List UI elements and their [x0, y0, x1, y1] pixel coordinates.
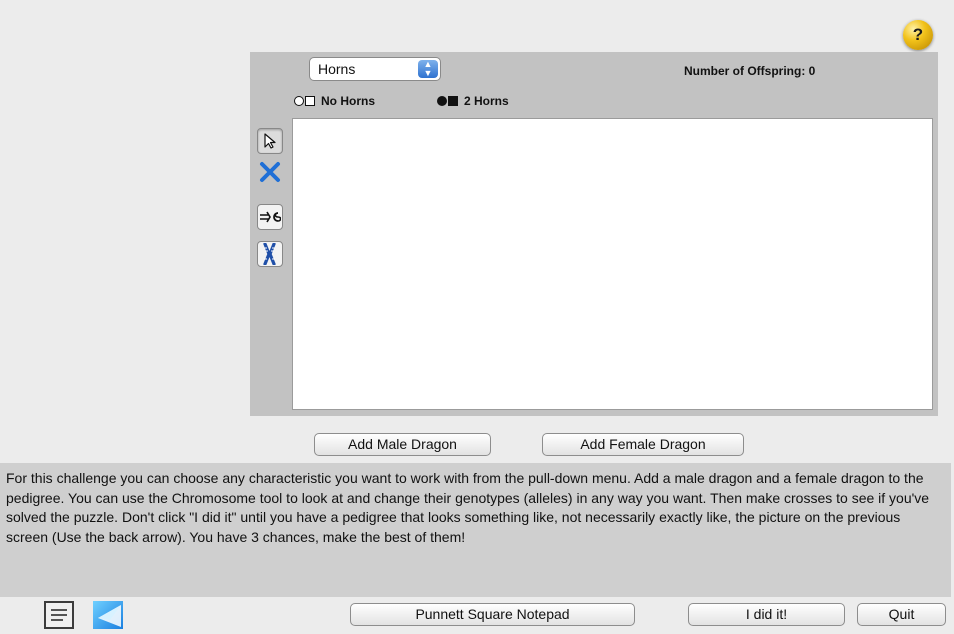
- delete-tool[interactable]: [257, 159, 283, 185]
- instructions-panel: For this challenge you can choose any ch…: [0, 463, 951, 597]
- trait-select-value: Horns: [318, 61, 356, 77]
- notes-icon[interactable]: [44, 601, 74, 629]
- legend-no-horns: No Horns: [294, 94, 375, 108]
- legend-label: 2 Horns: [464, 94, 509, 108]
- help-button[interactable]: ?: [903, 20, 933, 50]
- punnett-square-notepad-button[interactable]: Punnett Square Notepad: [350, 603, 635, 626]
- legend-2-horns: 2 Horns: [437, 94, 509, 108]
- question-mark-icon: ?: [912, 25, 924, 44]
- cross-tool[interactable]: [257, 204, 283, 230]
- female-filled-circle-icon: [437, 96, 447, 106]
- male-filled-square-icon: [448, 96, 458, 106]
- i-did-it-button[interactable]: I did it!: [688, 603, 845, 626]
- male-open-square-icon: [305, 96, 315, 106]
- trait-select[interactable]: Horns ▲ ▼: [309, 57, 441, 81]
- pointer-tool[interactable]: [257, 128, 283, 154]
- tool-palette: [254, 123, 288, 415]
- instructions-text: For this challenge you can choose any ch…: [6, 470, 930, 545]
- female-open-circle-icon: [294, 96, 304, 106]
- chromosome-tool[interactable]: [257, 241, 283, 267]
- pedigree-canvas[interactable]: [292, 118, 933, 410]
- arrow-pointer-icon: [264, 133, 276, 149]
- cross-breed-icon: [260, 211, 281, 223]
- quit-button[interactable]: Quit: [857, 603, 946, 626]
- add-male-dragon-button[interactable]: Add Male Dragon: [314, 433, 491, 456]
- offspring-count: Number of Offspring: 0: [684, 64, 816, 78]
- x-delete-icon: [260, 162, 280, 182]
- back-arrow-shape: [98, 605, 121, 627]
- select-arrows-icon: ▲ ▼: [418, 60, 438, 78]
- back-arrow-icon[interactable]: [93, 601, 123, 629]
- chromosome-icon: [263, 243, 276, 265]
- add-female-dragon-button[interactable]: Add Female Dragon: [542, 433, 744, 456]
- legend-label: No Horns: [321, 94, 375, 108]
